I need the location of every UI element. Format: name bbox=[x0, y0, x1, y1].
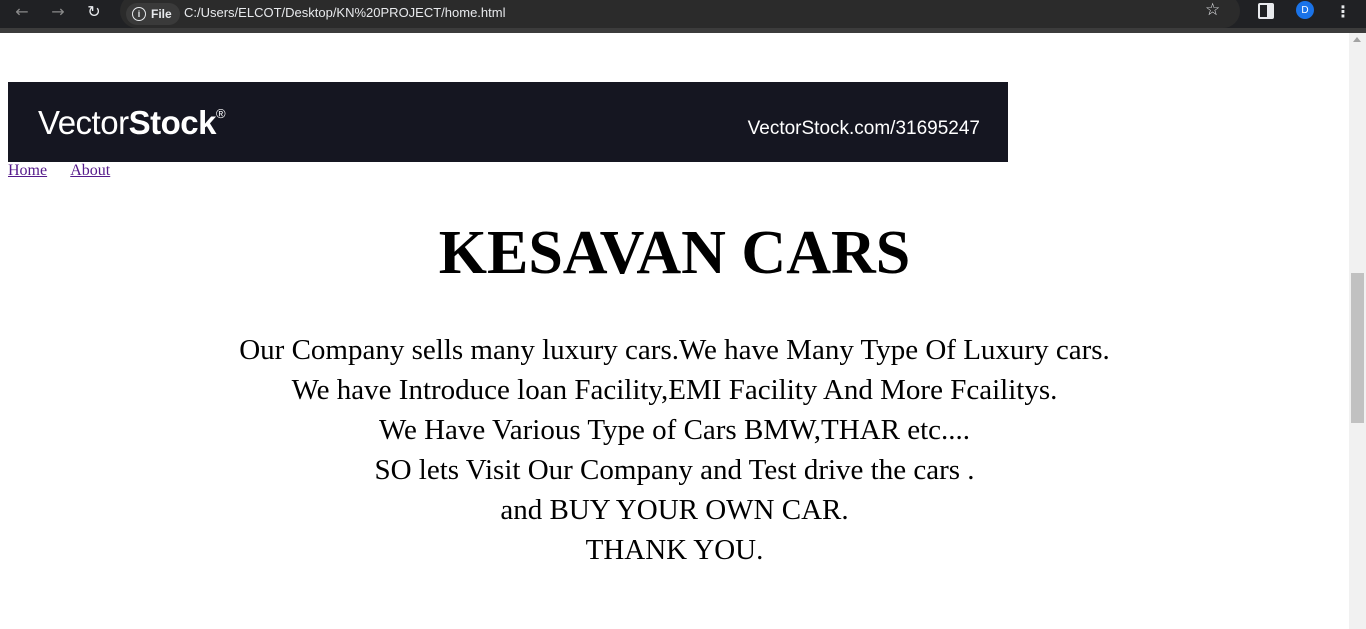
forward-button[interactable]: → bbox=[44, 0, 72, 22]
content-line: We have Introduce loan Facility,EMI Faci… bbox=[291, 374, 1058, 406]
reload-button[interactable]: ↻ bbox=[80, 0, 108, 22]
profile-avatar[interactable]: D bbox=[1296, 1, 1314, 19]
browser-toolbar: ← → ↻ i File C:/Users/ELCOT/Desktop/KN%2… bbox=[0, 0, 1366, 28]
bookmark-star-icon[interactable]: ☆ bbox=[1205, 0, 1220, 20]
address-bar[interactable]: i File C:/Users/ELCOT/Desktop/KN%20PROJE… bbox=[120, 0, 1240, 28]
content-line: THANK YOU. bbox=[585, 534, 764, 566]
nav-link-about[interactable]: About bbox=[70, 162, 110, 179]
content-line: and BUY YOUR OWN CAR. bbox=[500, 494, 849, 526]
vectorstock-logo: VectorStock® bbox=[38, 104, 226, 141]
url-text[interactable]: C:/Users/ELCOT/Desktop/KN%20PROJECT/home… bbox=[184, 5, 505, 20]
scroll-thumb[interactable] bbox=[1351, 273, 1364, 423]
info-icon: i bbox=[132, 7, 146, 21]
banner-site-text: VectorStock.com/31695247 bbox=[747, 118, 980, 139]
content-line: SO lets Visit Our Company and Test drive… bbox=[374, 454, 975, 486]
arrow-left-icon: ← bbox=[15, 1, 29, 21]
back-button[interactable]: ← bbox=[8, 0, 36, 22]
content-line: Our Company sells many luxury cars.We ha… bbox=[239, 334, 1110, 366]
nav-link-home[interactable]: Home bbox=[8, 162, 47, 179]
scroll-up-arrow-icon[interactable] bbox=[1353, 37, 1361, 42]
page-scrollbar[interactable] bbox=[1349, 33, 1366, 629]
page-title: KESAVAN CARS bbox=[438, 219, 911, 287]
arrow-right-icon: → bbox=[51, 1, 65, 21]
menu-dots-icon[interactable]: ⋮ bbox=[1335, 0, 1351, 22]
chip-label: File bbox=[151, 7, 172, 21]
site-info-chip[interactable]: i File bbox=[126, 3, 180, 25]
reload-icon: ↻ bbox=[87, 1, 101, 21]
side-panel-icon[interactable] bbox=[1258, 3, 1274, 19]
nav-links: Home About bbox=[8, 162, 130, 180]
toolbar-divider bbox=[0, 28, 1366, 33]
page-content: Our Company sells many luxury cars.We ha… bbox=[0, 330, 1349, 570]
content-line: We Have Various Type of Cars BMW,THAR et… bbox=[378, 414, 971, 446]
banner-image: VectorStock® VectorStock.com/31695247 bbox=[8, 82, 1008, 162]
